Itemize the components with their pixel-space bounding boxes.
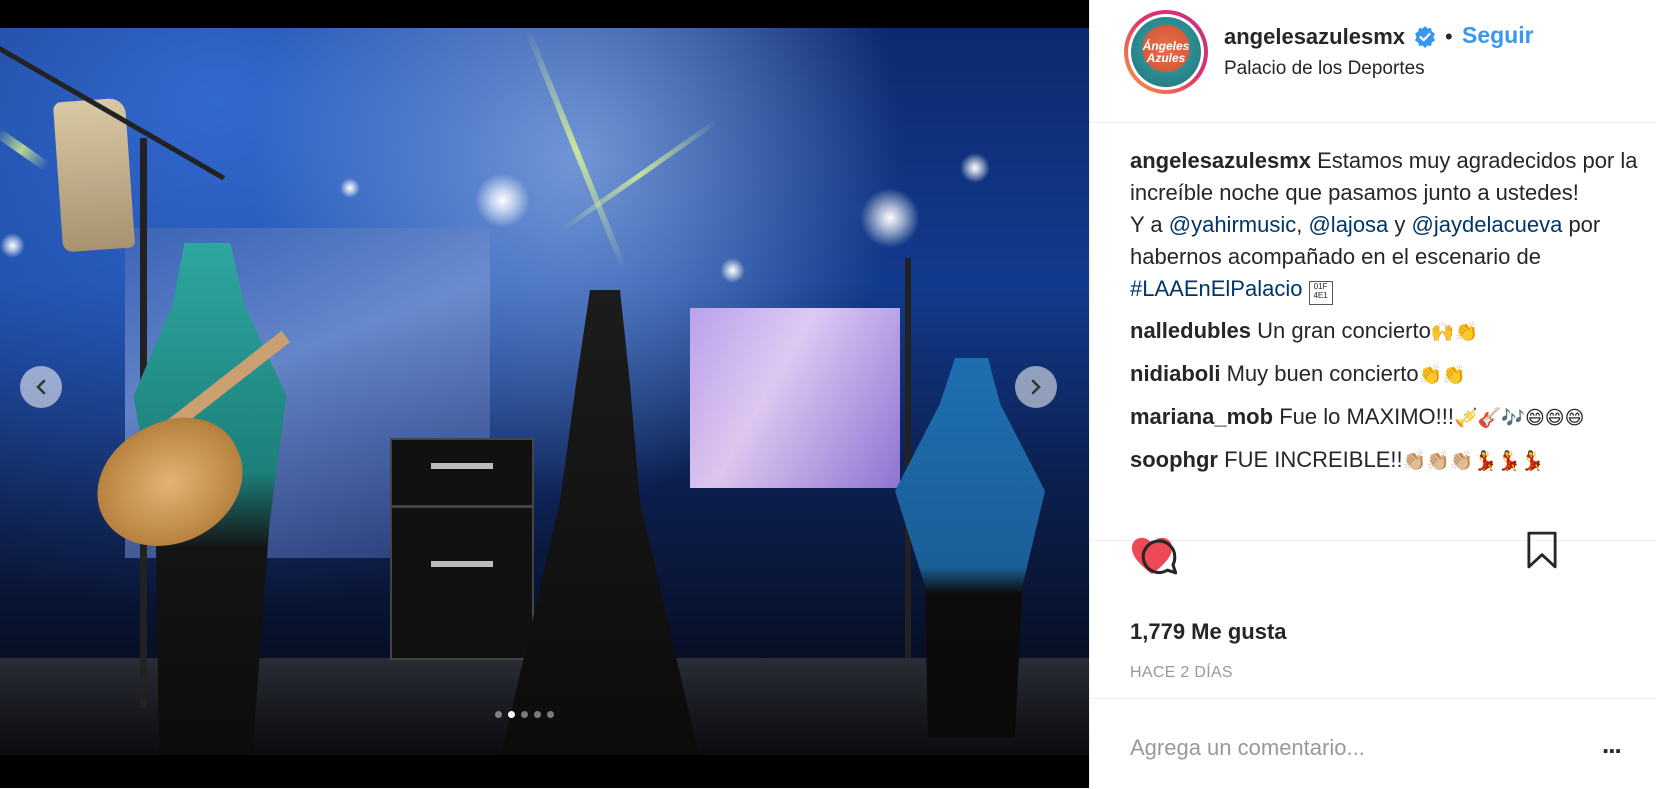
comment-username[interactable]: nidiaboli — [1130, 361, 1220, 386]
comment-text: Muy buen concierto — [1226, 361, 1419, 386]
caption-text: Y a — [1130, 212, 1163, 237]
comment-emoji: 👏🏼👏🏼👏🏼💃💃💃 — [1402, 450, 1545, 472]
more-options-button[interactable]: ... — [1602, 729, 1622, 760]
mention-link[interactable]: @jaydelacueva — [1412, 212, 1563, 237]
caption: angelesazulesmx Estamos muy agradecidos … — [1130, 145, 1640, 305]
unused-9 — [1069, 535, 1113, 575]
carousel-dot — [521, 711, 528, 718]
comment-row: nidiaboli Muy buen concierto👏👏 — [1130, 358, 1640, 391]
missing-glyph: 01F 4E1 — [1308, 281, 1333, 305]
mic-stand — [905, 258, 911, 658]
stage-light — [960, 153, 990, 183]
carousel-dot — [547, 711, 554, 718]
comment-text: FUE INCREIBLE!! — [1224, 447, 1403, 472]
comment-row: soophgr FUE INCREIBLE!!👏🏼👏🏼👏🏼💃💃💃 — [1130, 444, 1640, 477]
avatar-ring: Ángeles Azules — [1128, 14, 1204, 90]
comment-input[interactable] — [1128, 727, 1572, 769]
verified-badge-icon — [1415, 26, 1435, 48]
carousel-prev-button[interactable] — [20, 366, 62, 408]
chevron-right-icon — [1031, 379, 1041, 395]
carousel-indicator — [495, 711, 554, 718]
light-beam — [524, 28, 628, 272]
caption-text: y — [1394, 212, 1406, 237]
comment-row: mariana_mob Fue lo MAXIMO!!!🎺🎸🎶😄😄😄 — [1130, 401, 1640, 434]
comment-text: Fue lo MAXIMO!!! — [1279, 404, 1455, 429]
comment-text: Un gran concierto — [1257, 318, 1431, 343]
comment-username[interactable]: mariana_mob — [1130, 404, 1273, 429]
mention-link[interactable]: @yahirmusic — [1169, 212, 1296, 237]
concert-photo — [0, 28, 1089, 755]
chevron-left-icon — [36, 379, 46, 395]
bookmark-icon[interactable] — [1527, 531, 1557, 569]
comment-row: nalledubles Un gran concierto🙌👏 — [1130, 315, 1640, 348]
amplifier — [390, 506, 534, 660]
hashtag-link[interactable]: #LAAEnElPalacio — [1130, 276, 1302, 301]
username-link[interactable]: angelesazulesmx — [1224, 24, 1405, 50]
separator-dot: • — [1445, 24, 1453, 49]
location-link[interactable]: Palacio de los Deportes — [1224, 58, 1425, 80]
stage-light — [475, 173, 530, 228]
mention-link[interactable]: @lajosa — [1308, 212, 1388, 237]
comment-icon[interactable] — [1138, 536, 1180, 578]
carousel-dot — [495, 711, 502, 718]
post-side-panel: Ángeles Azules angelesazulesmx • Seguir … — [1089, 0, 1656, 788]
carousel-next-button[interactable] — [1015, 366, 1057, 408]
stage-light — [720, 258, 745, 283]
likes-count[interactable]: 1,779 Me gusta — [1130, 619, 1287, 645]
comment-username[interactable]: nalledubles — [1130, 318, 1251, 343]
comments-list[interactable]: angelesazulesmx Estamos muy agradecidos … — [1130, 145, 1640, 540]
light-beam — [0, 128, 50, 171]
carousel-dot — [534, 711, 541, 718]
amplifier — [390, 438, 534, 507]
avatar-logo: Ángeles Azules — [1131, 17, 1201, 87]
comment-emoji: 🎺🎸🎶😄😄😄 — [1454, 407, 1585, 429]
comment-emoji: 👏👏 — [1418, 364, 1466, 386]
stage-light — [860, 188, 920, 248]
follow-button[interactable]: Seguir — [1462, 22, 1534, 49]
stage-light — [340, 178, 360, 198]
comment-username[interactable]: soophgr — [1130, 447, 1218, 472]
stage-light — [0, 233, 25, 258]
avatar[interactable]: Ángeles Azules — [1124, 10, 1208, 94]
post-timestamp[interactable]: HACE 2 DÍAS — [1130, 664, 1233, 682]
post-media — [0, 0, 1089, 788]
carousel-dot — [508, 711, 515, 718]
caption-text: , — [1296, 212, 1303, 237]
post-header: Ángeles Azules angelesazulesmx • Seguir … — [1090, 0, 1656, 123]
unused-4 — [1068, 0, 1114, 42]
comment-emoji: 🙌👏 — [1430, 321, 1479, 343]
add-comment-section: ... — [1090, 698, 1656, 789]
caption-username[interactable]: angelesazulesmx — [1130, 148, 1311, 173]
led-screen-right — [690, 308, 900, 488]
